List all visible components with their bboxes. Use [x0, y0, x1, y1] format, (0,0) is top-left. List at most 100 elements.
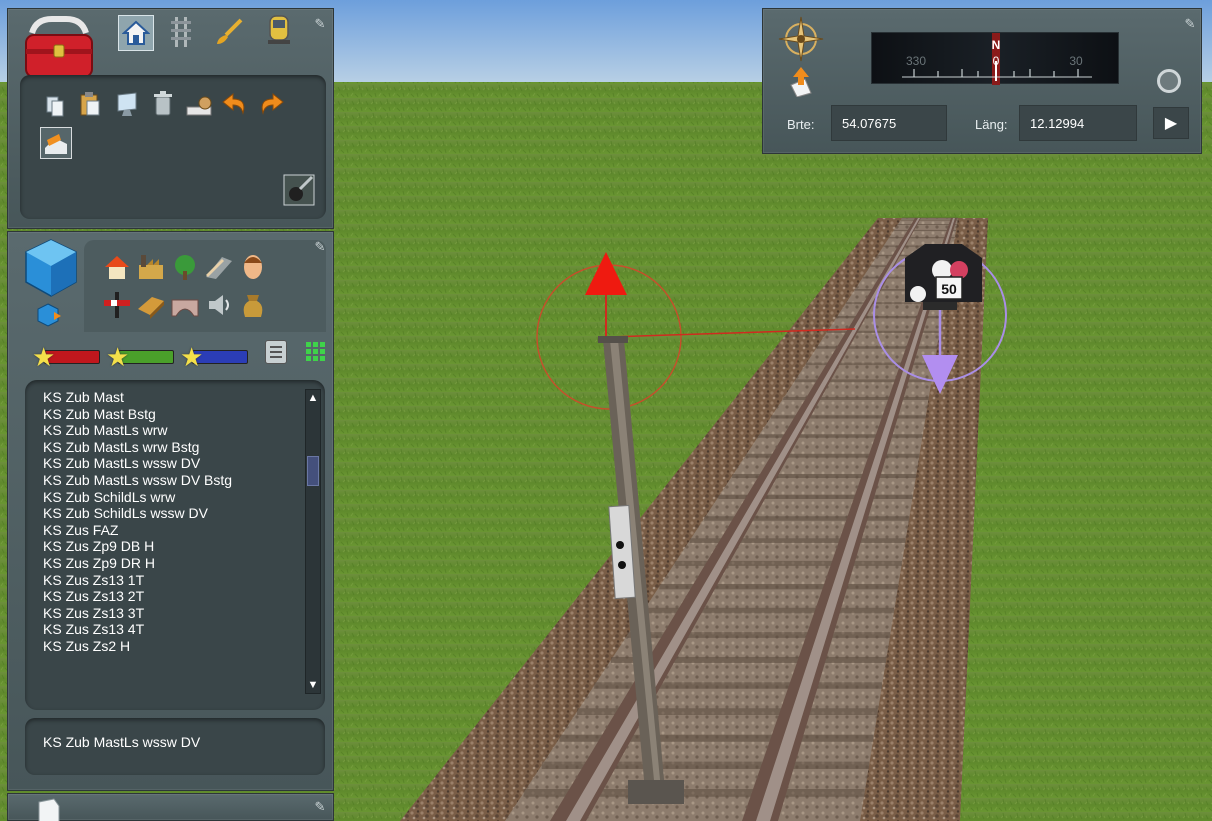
road-icon	[206, 257, 232, 279]
pin-icon[interactable]: ✎	[1181, 15, 1199, 33]
landscape-tool-icon	[45, 134, 67, 154]
list-view-button[interactable]	[265, 340, 287, 364]
objects-submode-button[interactable]	[36, 302, 62, 328]
longitude-field[interactable]: 12.12994	[1019, 105, 1137, 141]
list-item[interactable]: KS Zus FAZ	[43, 522, 293, 539]
list-item[interactable]: KS Zub SchildLs wrw	[43, 489, 293, 506]
objects-mode-button[interactable]	[22, 238, 80, 300]
compass-scale: N 0 330 30	[902, 33, 1092, 85]
go-to-coordinates-button[interactable]: ▶	[1153, 107, 1189, 139]
category-nature[interactable]	[170, 252, 200, 282]
copy-icon	[46, 96, 64, 117]
objects-panel: ✎ ★ ★ ★ KS Zub Mast KS Zub Mast Bstg KS …	[7, 231, 334, 791]
list-item[interactable]: KS Zub MastLs wssw DV	[43, 455, 293, 472]
list-item[interactable]: KS Zus Zs2 H	[43, 638, 293, 655]
tools-area	[20, 75, 326, 219]
category-bridges[interactable]	[170, 290, 200, 320]
filter-blue-button[interactable]: ★	[180, 342, 248, 372]
list-item[interactable]: KS Zub MastLs wrw Bstg	[43, 439, 293, 456]
category-sounds[interactable]	[204, 290, 234, 320]
star-icon: ★	[106, 342, 130, 372]
redo-button[interactable]	[256, 89, 286, 119]
paste-icon	[80, 92, 100, 116]
list-item[interactable]: KS Zub Mast Bstg	[43, 406, 293, 423]
scroll-up-arrow-icon[interactable]: ▲	[307, 391, 319, 405]
brush-selector-button[interactable]	[282, 173, 316, 207]
list-item[interactable]: KS Zub Mast	[43, 389, 293, 406]
list-item[interactable]: KS Zub MastLs wssw DV Bstg	[43, 472, 293, 489]
category-platforms[interactable]	[136, 290, 166, 320]
list-item[interactable]: KS Zub MastLs wrw	[43, 422, 293, 439]
category-signals[interactable]	[102, 290, 132, 320]
category-buildings[interactable]	[102, 252, 132, 282]
landscape-tool-button[interactable]	[40, 127, 72, 159]
measure-button[interactable]	[184, 91, 214, 121]
category-roads[interactable]	[204, 252, 234, 282]
category-people[interactable]	[238, 252, 268, 282]
navigation-panel: N 0 330 30 ✎ Brte: 54.07675 Läng: 12.129…	[762, 8, 1202, 154]
person-icon	[244, 255, 262, 279]
paste-button[interactable]	[75, 89, 105, 119]
list-item[interactable]: KS Zus Zp9 DB H	[43, 538, 293, 555]
scroll-thumb[interactable]	[307, 456, 319, 486]
grid-view-button[interactable]	[304, 340, 328, 364]
reset-view-icon[interactable]	[1157, 69, 1181, 93]
longitude-label: Läng:	[975, 117, 1008, 132]
list-item[interactable]: KS Zus Zs13 4T	[43, 621, 293, 638]
compass-north-label: N	[992, 38, 1001, 52]
list-item[interactable]: KS Zus Zp9 DR H	[43, 555, 293, 572]
category-misc[interactable]	[238, 290, 268, 320]
compass-rose-button[interactable]	[777, 15, 825, 63]
undo-icon	[222, 92, 245, 115]
monitor-button[interactable]	[112, 89, 142, 119]
latitude-field[interactable]: 54.07675	[831, 105, 947, 141]
list-item[interactable]: KS Zus Zs13 1T	[43, 572, 293, 589]
latitude-label: Brte:	[787, 117, 815, 132]
platform-icon	[138, 297, 164, 319]
brush-selector-icon	[283, 174, 315, 206]
copy-button[interactable]	[40, 91, 70, 121]
tab-paint[interactable]	[214, 17, 244, 47]
track-icon	[171, 17, 191, 47]
delete-button[interactable]	[148, 89, 178, 119]
tab-track[interactable]	[166, 17, 196, 47]
document-icon	[38, 798, 60, 821]
tree-icon	[175, 255, 195, 280]
speed-signal[interactable]: 50	[905, 244, 982, 310]
list-item[interactable]: KS Zus Zs13 2T	[43, 588, 293, 605]
undo-button[interactable]	[220, 89, 250, 119]
trash-icon	[154, 91, 172, 116]
pin-icon[interactable]: ✎	[311, 15, 329, 33]
list-item[interactable]: KS Zub SchildLs wssw DV	[43, 505, 293, 522]
redo-icon	[261, 92, 284, 115]
compass-right-heading: 30	[1069, 54, 1083, 68]
filter-red-button[interactable]: ★	[32, 342, 100, 372]
star-icon: ★	[32, 342, 56, 372]
train-icon	[268, 15, 290, 44]
view-direction-button[interactable]	[787, 67, 815, 98]
pin-icon[interactable]: ✎	[311, 798, 329, 816]
grid-view-icon	[306, 342, 325, 361]
pin-icon[interactable]: ✎	[311, 238, 329, 256]
paintbrush-icon	[217, 18, 243, 44]
toolbox-icon	[25, 16, 93, 78]
filter-green-button[interactable]: ★	[106, 342, 174, 372]
object-list-box: KS Zub Mast KS Zub Mast Bstg KS Zub Mast…	[25, 380, 325, 710]
selected-object-box: KS Zub MastLs wssw DV	[25, 718, 325, 775]
home-icon	[122, 20, 150, 45]
list-item[interactable]: KS Zus Zs13 3T	[43, 605, 293, 622]
category-industry[interactable]	[136, 252, 166, 282]
compass-heading-strip[interactable]: N 0 330 30	[871, 32, 1119, 85]
house-icon	[105, 256, 129, 279]
compass-center-heading: 0	[993, 54, 1000, 68]
scroll-down-arrow-icon[interactable]: ▼	[307, 678, 319, 692]
toolbox-button[interactable]	[22, 11, 96, 81]
tab-train[interactable]	[264, 15, 294, 45]
list-scrollbar[interactable]: ▲ ▼	[305, 389, 321, 694]
direction-arrow-icon	[790, 67, 812, 98]
tab-home[interactable]	[118, 15, 154, 51]
speed-sign-text: 50	[941, 281, 957, 297]
bridge-icon	[171, 299, 199, 317]
document-button[interactable]	[36, 798, 62, 821]
bottom-panel: ✎	[7, 793, 334, 821]
